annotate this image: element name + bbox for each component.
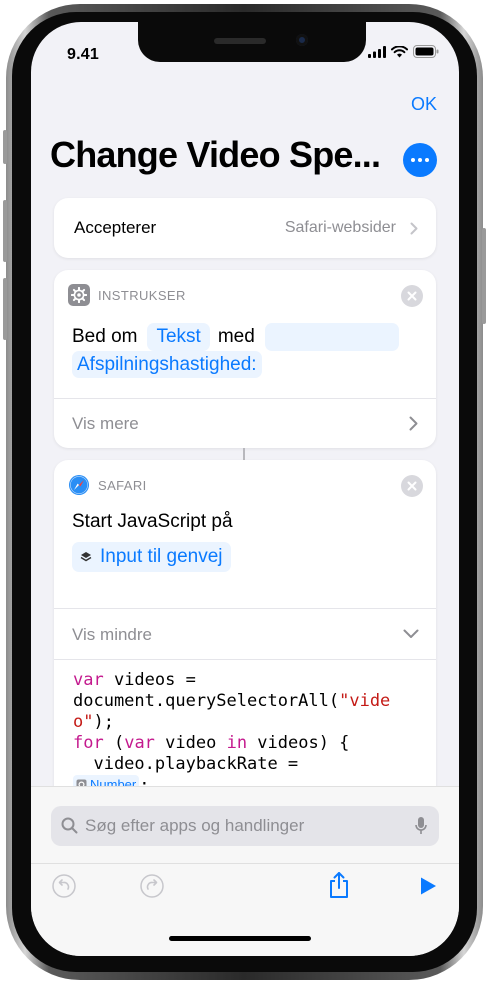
default-answer-field[interactable]	[264, 323, 399, 351]
toolbar-separator	[31, 863, 459, 864]
ask-prefix-text: Bed om	[72, 326, 138, 347]
ok-button[interactable]: OK	[411, 94, 437, 115]
battery-icon	[413, 45, 439, 58]
action-connector	[243, 448, 245, 460]
code-string: "vide	[339, 691, 391, 711]
remove-action-button[interactable]	[401, 475, 423, 497]
front-camera	[296, 34, 308, 46]
shortcut-title[interactable]: Change Video Spe...	[50, 134, 381, 176]
search-field[interactable]: Søg efter apps og handlinger	[51, 806, 439, 846]
volume-down-button	[3, 278, 7, 340]
remove-action-button[interactable]	[401, 285, 423, 307]
run-javascript-label: Start JavaScript på	[72, 511, 233, 532]
redo-icon[interactable]	[140, 874, 164, 898]
safari-compass-icon	[68, 474, 90, 496]
code-keyword: var	[124, 733, 155, 753]
speaker-grille	[214, 38, 266, 44]
chevron-down-icon	[403, 629, 419, 638]
code-keyword: var	[73, 670, 104, 690]
microphone-icon[interactable]	[415, 816, 427, 836]
home-indicator	[169, 936, 311, 941]
code-text: video	[154, 733, 227, 753]
divider	[54, 608, 436, 609]
close-icon	[407, 291, 417, 301]
prompt-line: Afspilningshastighed:	[72, 351, 262, 378]
ask-middle-text: med	[217, 326, 255, 347]
code-keyword: in	[226, 733, 248, 753]
accepts-value: Safari-websider	[284, 219, 396, 236]
ask-for-input-action[interactable]: INSTRUKSER Bed om Tekst med Afspilningsh…	[54, 270, 436, 448]
show-more-button[interactable]: Vis mere	[72, 414, 139, 434]
code-text: (	[103, 733, 125, 753]
run-javascript-action[interactable]: SAFARI Start JavaScript på Input til gen…	[54, 460, 436, 820]
action-category-label: INSTRUKSER	[98, 287, 186, 303]
power-button	[482, 228, 486, 324]
status-time: 9.41	[67, 46, 99, 63]
action-header: SAFARI	[68, 474, 147, 496]
signal-icon	[368, 45, 386, 58]
bottom-panel: Søg efter apps og handlinger	[31, 786, 459, 956]
code-text: video.playbackRate =	[73, 754, 299, 774]
mute-switch	[3, 130, 7, 164]
volume-up-button	[3, 200, 7, 262]
divider	[54, 398, 436, 399]
more-dot-icon	[425, 158, 429, 162]
wifi-icon	[391, 45, 408, 57]
phone-screen: 9.41 OK Change Video Spe... Accepterer S…	[31, 22, 459, 956]
status-icons	[368, 45, 439, 58]
divider	[54, 659, 436, 660]
close-icon	[407, 481, 417, 491]
shortcut-input-label: Input til genvej	[100, 546, 223, 567]
accepts-label: Accepterer	[74, 218, 157, 237]
input-type-token[interactable]: Tekst	[147, 323, 210, 351]
scripting-gear-icon	[68, 284, 90, 306]
more-dot-icon	[411, 158, 415, 162]
more-options-button[interactable]	[403, 143, 437, 177]
code-string: o"	[73, 712, 94, 732]
notch	[138, 22, 366, 62]
action-category-label: SAFARI	[98, 477, 147, 493]
share-icon[interactable]	[328, 871, 350, 899]
search-icon	[61, 817, 78, 834]
chevron-right-icon	[410, 222, 418, 235]
action-header: INSTRUKSER	[68, 284, 186, 306]
code-text: );	[93, 712, 114, 732]
shortcut-input-token[interactable]: Input til genvej	[72, 542, 231, 572]
search-placeholder: Søg efter apps og handlinger	[85, 816, 305, 835]
chevron-right-icon	[409, 416, 418, 431]
code-text: videos) {	[247, 733, 350, 753]
code-keyword: for	[73, 733, 104, 753]
code-text: videos =	[103, 670, 196, 690]
prompt-token[interactable]: Afspilningshastighed:	[72, 351, 262, 378]
layers-icon	[80, 552, 92, 562]
accepts-card[interactable]: Accepterer Safari-websider	[54, 198, 436, 258]
show-less-button[interactable]: Vis mindre	[72, 625, 152, 645]
play-icon[interactable]	[418, 876, 438, 896]
action-sentence: Bed om Tekst med	[72, 322, 399, 352]
code-text: document.querySelectorAll(	[73, 691, 340, 711]
more-dot-icon	[418, 158, 422, 162]
undo-icon[interactable]	[52, 874, 76, 898]
